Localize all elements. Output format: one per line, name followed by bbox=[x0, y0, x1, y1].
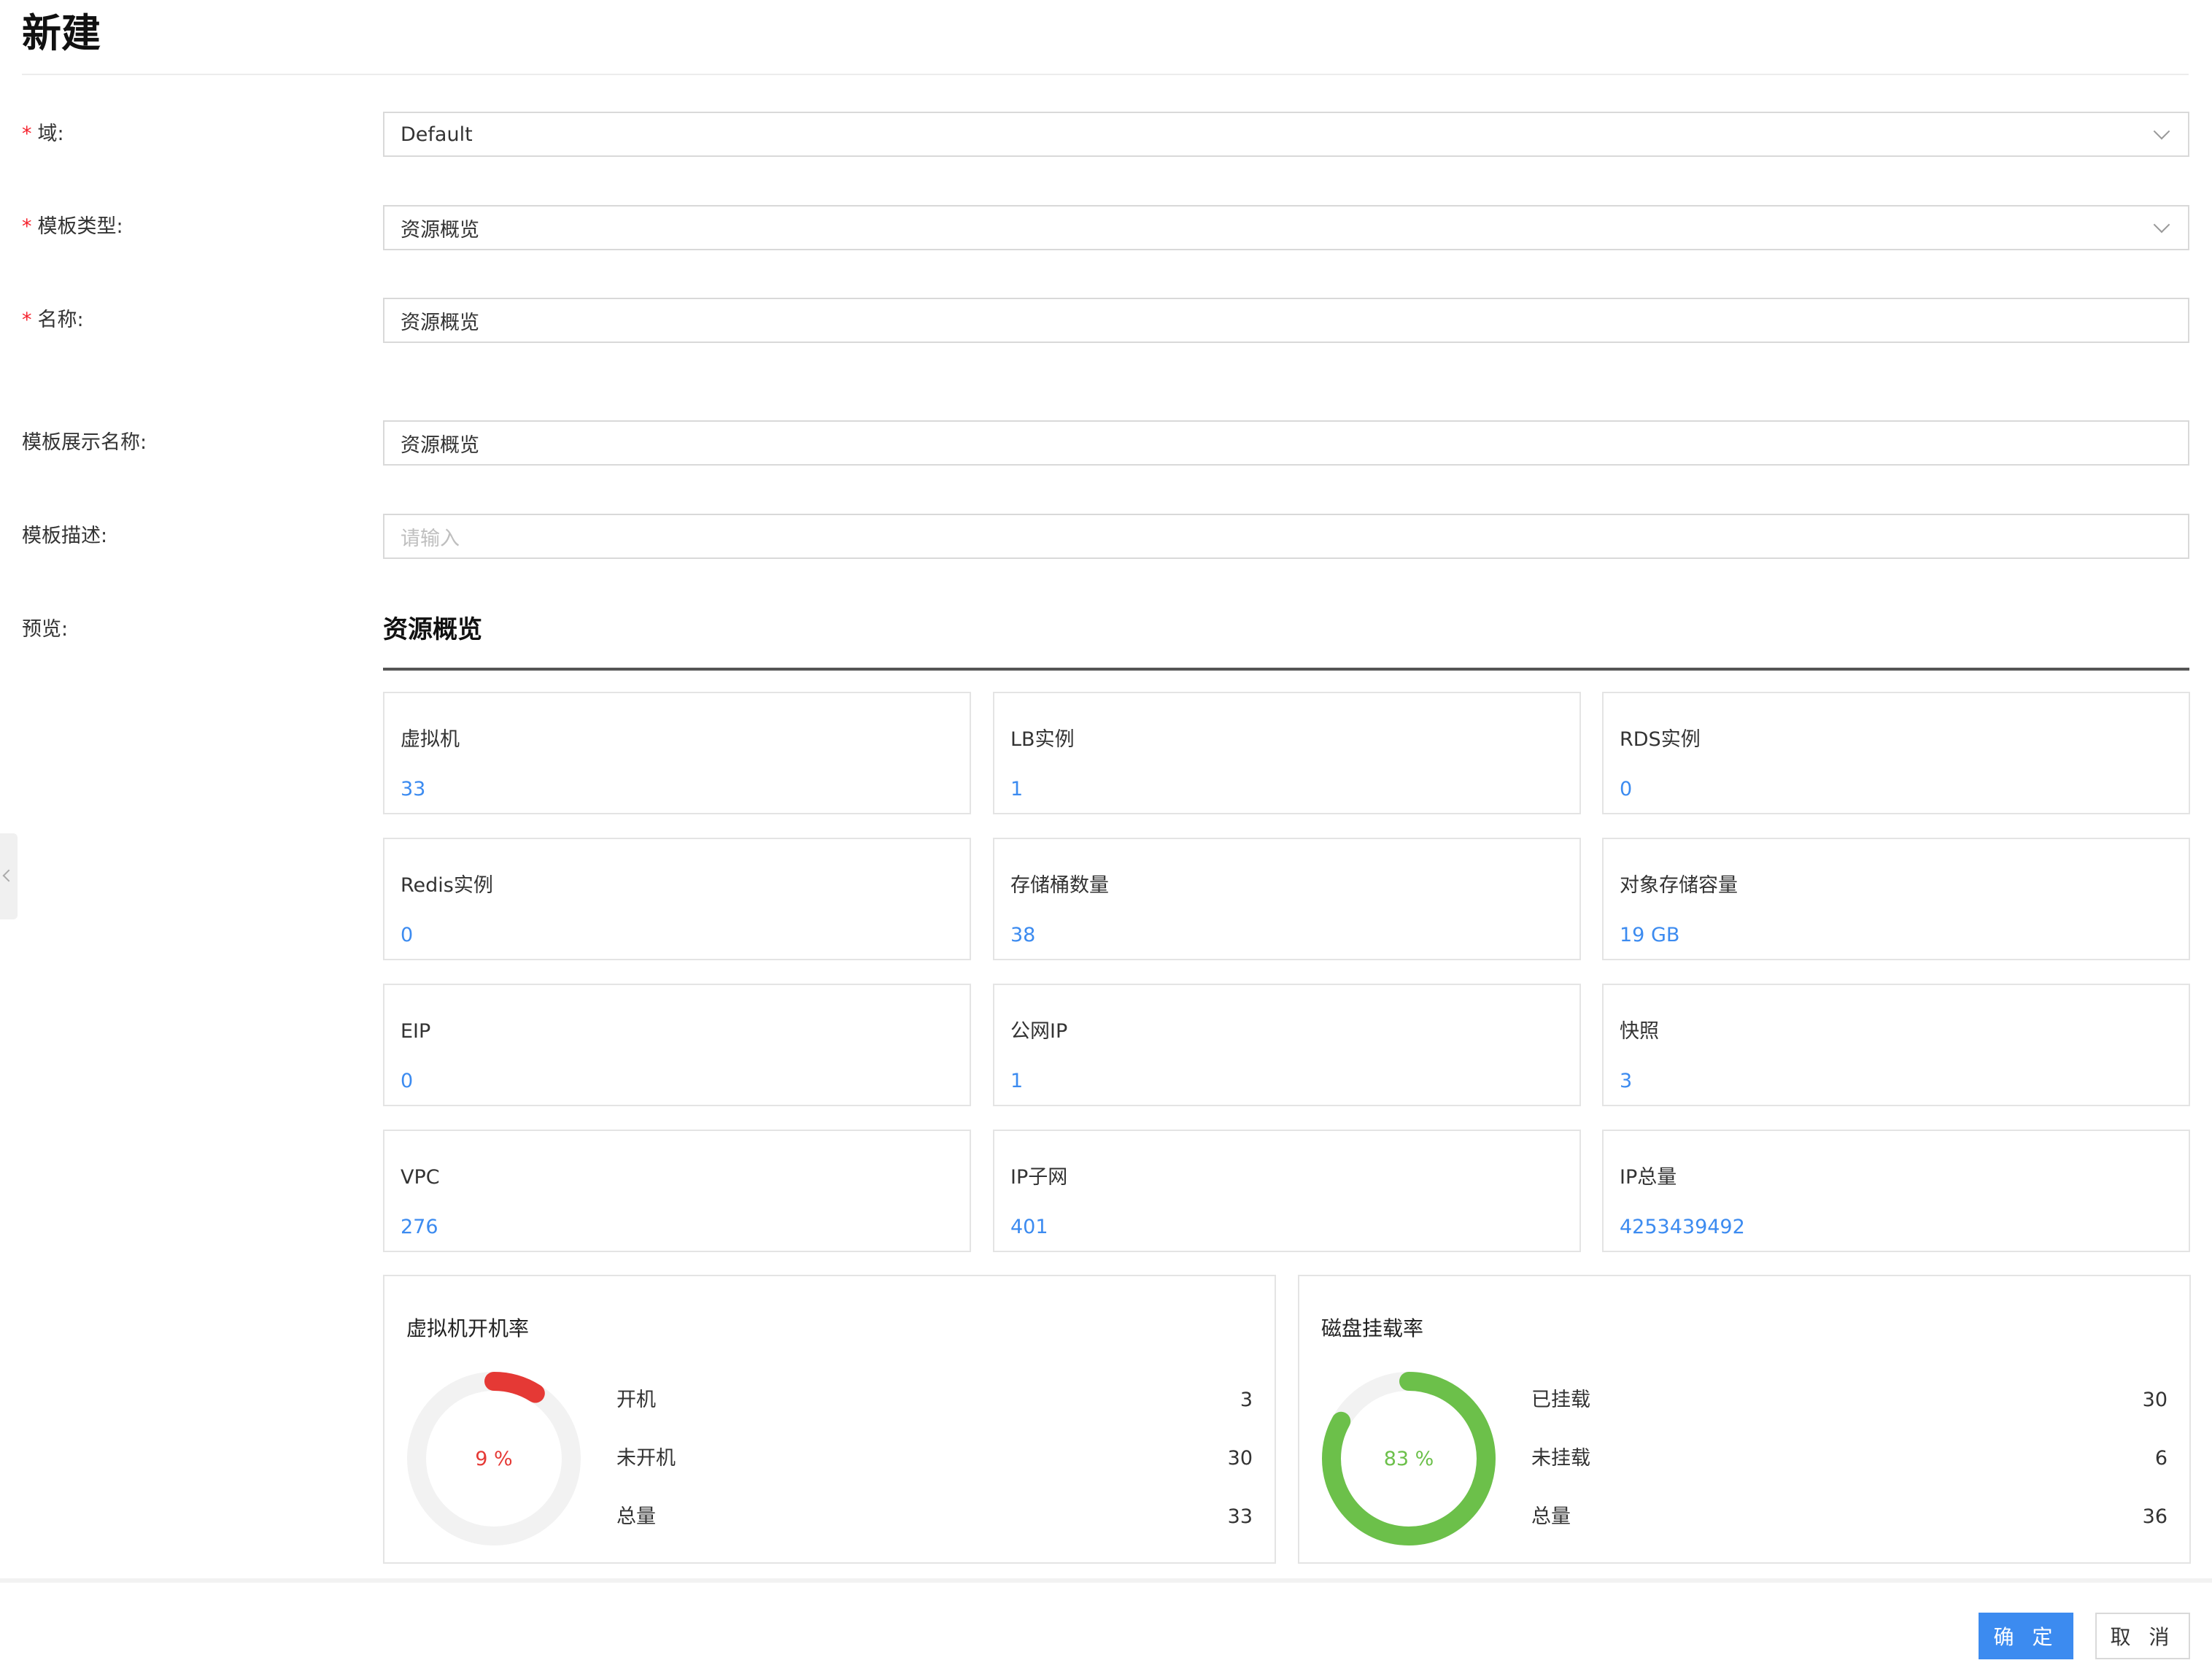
description-input[interactable]: 请输入 bbox=[383, 514, 2189, 559]
stat-card-label: EIP bbox=[401, 1020, 431, 1043]
page-title: 新建 bbox=[22, 10, 101, 56]
name-input-value: 资源概览 bbox=[401, 311, 479, 334]
stat-card-value[interactable]: 4253439492 bbox=[1620, 1213, 1745, 1242]
stat-card-value[interactable]: 0 bbox=[1620, 775, 1632, 804]
description-label: 模板描述: bbox=[22, 525, 108, 547]
stat-value: 30 bbox=[1227, 1447, 1253, 1470]
stat-card: IP子网 401 bbox=[993, 1130, 1581, 1252]
stat-card-value[interactable]: 276 bbox=[401, 1213, 438, 1242]
stat-value: 30 bbox=[2142, 1389, 2167, 1411]
sidebar-collapse-handle[interactable] bbox=[0, 833, 18, 919]
stat-card-label: 虚拟机 bbox=[401, 728, 460, 751]
preview-heading: 资源概览 bbox=[383, 615, 482, 644]
stat-card: RDS实例 0 bbox=[1602, 692, 2190, 814]
stat-card: IP总量 4253439492 bbox=[1602, 1130, 2190, 1252]
stat-card: 公网IP 1 bbox=[993, 984, 1581, 1106]
required-mark: * bbox=[22, 215, 32, 238]
stat-card-value[interactable]: 0 bbox=[401, 1067, 413, 1096]
preview-divider bbox=[383, 668, 2189, 671]
stat-card-label: RDS实例 bbox=[1620, 728, 1701, 751]
stat-card-value[interactable]: 1 bbox=[1010, 775, 1023, 804]
stat-name: 开机 bbox=[616, 1389, 656, 1411]
chevron-down-icon bbox=[2153, 123, 2170, 140]
stat-value: 33 bbox=[1227, 1505, 1253, 1528]
stat-value: 3 bbox=[1240, 1389, 1253, 1411]
stat-card-value[interactable]: 3 bbox=[1620, 1067, 1632, 1096]
display-name-input-value: 资源概览 bbox=[401, 433, 479, 457]
description-placeholder: 请输入 bbox=[401, 527, 460, 550]
display-name-label: 模板展示名称: bbox=[22, 431, 147, 454]
stat-card-label: LB实例 bbox=[1010, 728, 1075, 751]
name-label-text: 名称: bbox=[37, 309, 84, 331]
domain-label-text: 域: bbox=[37, 123, 64, 145]
required-mark: * bbox=[22, 123, 32, 145]
title-divider bbox=[22, 74, 2189, 75]
disk-mount-percent: 83 % bbox=[1383, 1447, 1434, 1470]
stat-card: LB实例 1 bbox=[993, 692, 1581, 814]
stat-name: 未开机 bbox=[616, 1447, 676, 1470]
disk-mount-rate-card: 磁盘挂载率 83 % 已挂载 30 未挂载 6 总量 36 bbox=[1298, 1275, 2191, 1564]
stat-card-value[interactable]: 401 bbox=[1010, 1213, 1048, 1242]
stat-card: Redis实例 0 bbox=[383, 838, 971, 960]
stat-value: 6 bbox=[2154, 1447, 2167, 1470]
cancel-button[interactable]: 取 消 bbox=[2095, 1613, 2190, 1659]
stat-card-label: 存储桶数量 bbox=[1010, 874, 1109, 897]
chevron-down-icon bbox=[2153, 216, 2170, 234]
vm-power-percent: 9 % bbox=[475, 1447, 513, 1470]
stat-card-label: 快照 bbox=[1620, 1020, 1659, 1043]
stat-card-value[interactable]: 19 GB bbox=[1620, 921, 1679, 950]
stat-value: 36 bbox=[2142, 1505, 2167, 1528]
stat-card-label: Redis实例 bbox=[401, 874, 493, 897]
disk-mount-rate-title: 磁盘挂载率 bbox=[1321, 1316, 1424, 1340]
stat-card-value[interactable]: 0 bbox=[401, 921, 413, 950]
vm-power-rate-title: 虚拟机开机率 bbox=[406, 1316, 530, 1340]
name-label: * 名称: bbox=[22, 306, 84, 335]
stat-card-label: 公网IP bbox=[1010, 1020, 1068, 1043]
stat-card-label: IP子网 bbox=[1010, 1166, 1068, 1189]
stat-card: 虚拟机 33 bbox=[383, 692, 971, 814]
confirm-button[interactable]: 确 定 bbox=[1979, 1613, 2073, 1659]
chevron-left-icon bbox=[2, 869, 15, 882]
domain-label: * 域: bbox=[22, 120, 64, 149]
stat-card-label: 对象存储容量 bbox=[1620, 874, 1738, 897]
stat-card-label: IP总量 bbox=[1620, 1166, 1677, 1189]
display-name-input[interactable]: 资源概览 bbox=[383, 420, 2189, 466]
required-mark: * bbox=[22, 309, 32, 331]
stat-card-value[interactable]: 1 bbox=[1010, 1067, 1023, 1096]
stat-name: 已挂载 bbox=[1531, 1389, 1590, 1411]
stat-name: 总量 bbox=[1531, 1505, 1571, 1528]
stat-card: VPC 276 bbox=[383, 1130, 971, 1252]
name-input[interactable]: 资源概览 bbox=[383, 298, 2189, 343]
stat-name: 未挂载 bbox=[1531, 1447, 1590, 1470]
preview-label: 预览: bbox=[22, 618, 69, 641]
domain-select-value: Default bbox=[401, 123, 473, 146]
stat-card: 对象存储容量 19 GB bbox=[1602, 838, 2190, 960]
template-type-select-value: 资源概览 bbox=[401, 218, 479, 242]
stat-card: EIP 0 bbox=[383, 984, 971, 1106]
template-type-select[interactable]: 资源概览 bbox=[383, 205, 2189, 250]
footer-separator bbox=[0, 1578, 2212, 1583]
template-type-label-text: 模板类型: bbox=[37, 215, 123, 238]
stat-card: 存储桶数量 38 bbox=[993, 838, 1581, 960]
stat-name: 总量 bbox=[616, 1505, 656, 1528]
stat-card-value[interactable]: 33 bbox=[401, 775, 425, 804]
stat-card-label: VPC bbox=[401, 1166, 440, 1189]
stat-card-value[interactable]: 38 bbox=[1010, 921, 1035, 950]
template-type-label: * 模板类型: bbox=[22, 212, 123, 242]
vm-power-rate-card: 虚拟机开机率 9 % 开机 3 未开机 30 总量 33 bbox=[383, 1275, 1276, 1564]
stat-card: 快照 3 bbox=[1602, 984, 2190, 1106]
domain-select[interactable]: Default bbox=[383, 112, 2189, 157]
